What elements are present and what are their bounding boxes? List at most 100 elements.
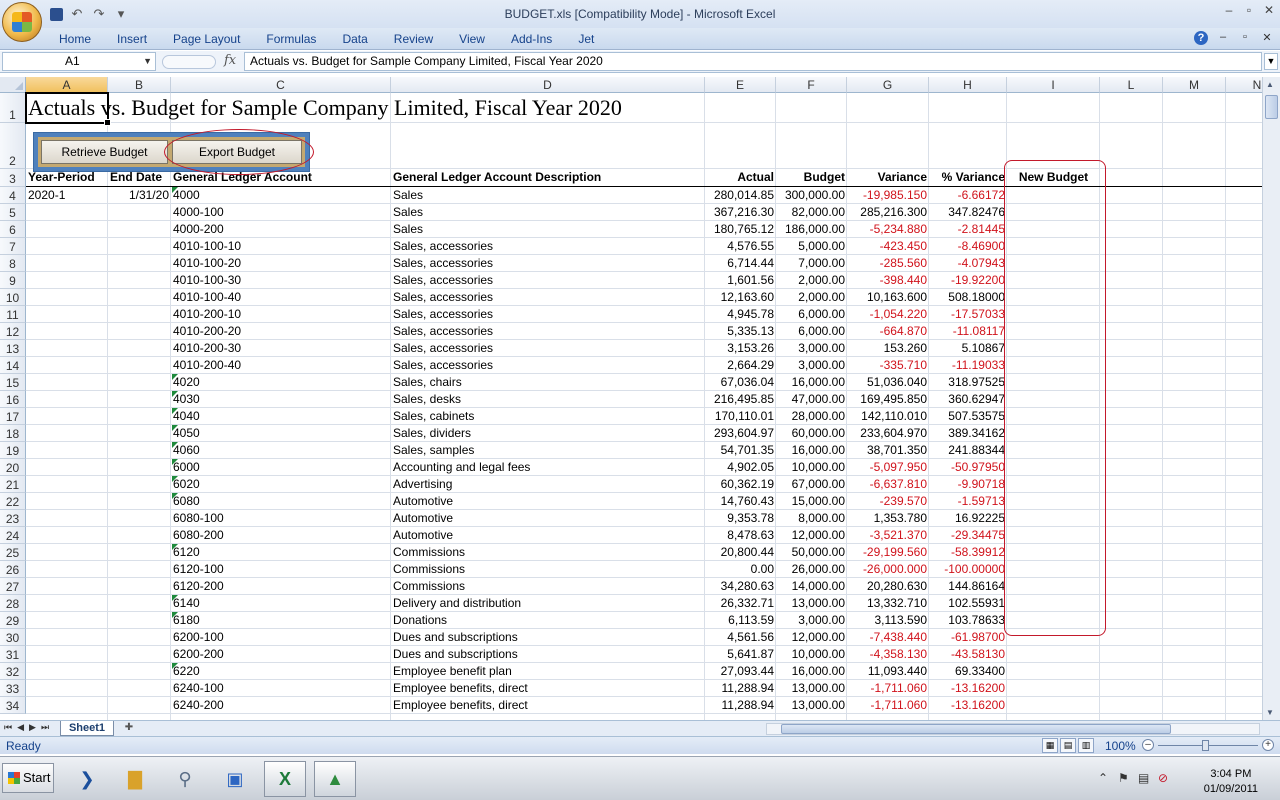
table-cell[interactable]: Sales, accessories (391, 357, 705, 374)
table-cell[interactable]: -6,637.810 (847, 476, 929, 493)
export-budget-button[interactable]: Export Budget (172, 140, 302, 164)
vertical-scrollbar[interactable]: ▲ ▼ (1262, 77, 1280, 720)
column-heading[interactable]: Variance (847, 169, 929, 186)
sheet-tab-sheet1[interactable]: Sheet1 (60, 721, 114, 736)
table-cell[interactable]: 20,280.630 (847, 578, 929, 595)
table-cell[interactable]: 280,014.85 (705, 187, 776, 204)
column-heading[interactable]: Actual (705, 169, 776, 186)
tab-data[interactable]: Data (329, 31, 380, 49)
table-cell[interactable]: -26,000.000 (847, 561, 929, 578)
table-cell[interactable]: Dues and subscriptions (391, 646, 705, 663)
table-cell[interactable]: 4050 (171, 425, 391, 442)
table-cell[interactable]: -4.07943 (929, 255, 1007, 272)
table-cell[interactable]: 4010-100-30 (171, 272, 391, 289)
table-cell[interactable]: 15,000.00 (776, 493, 847, 510)
table-cell[interactable]: 6080-100 (171, 510, 391, 527)
accounting-app-icon[interactable]: ▲ (314, 761, 356, 797)
table-cell[interactable]: 6240-200 (171, 697, 391, 714)
table-cell[interactable]: 11,093.440 (847, 663, 929, 680)
table-cell[interactable]: 180,765.12 (705, 221, 776, 238)
close-icon[interactable]: ✕ (1262, 3, 1276, 17)
table-cell[interactable]: 5,335.13 (705, 323, 776, 340)
row-header[interactable]: 4 (0, 187, 26, 204)
table-cell[interactable]: Dues and subscriptions (391, 629, 705, 646)
table-cell[interactable]: Advertising (391, 476, 705, 493)
zoom-level[interactable]: 100% (1105, 739, 1136, 753)
powershell-icon[interactable]: ❯ (66, 761, 108, 797)
column-heading[interactable]: New Budget (1007, 169, 1100, 186)
table-cell[interactable]: Sales, accessories (391, 289, 705, 306)
row-header[interactable]: 8 (0, 255, 26, 272)
excel-taskbar-icon[interactable]: X (264, 761, 306, 797)
row-header[interactable]: 19 (0, 442, 26, 459)
table-cell[interactable]: -19,985.150 (847, 187, 929, 204)
scroll-up-icon[interactable]: ▲ (1266, 80, 1274, 89)
table-cell[interactable]: 4010-200-40 (171, 357, 391, 374)
table-cell[interactable]: 16,000.00 (776, 442, 847, 459)
row-header[interactable]: 16 (0, 391, 26, 408)
table-cell[interactable]: Sales, accessories (391, 255, 705, 272)
table-cell[interactable]: 6080-200 (171, 527, 391, 544)
table-cell[interactable]: 318.97525 (929, 374, 1007, 391)
row-header[interactable]: 29 (0, 612, 26, 629)
table-cell[interactable]: 4010-100-20 (171, 255, 391, 272)
table-cell[interactable]: 3,000.00 (776, 340, 847, 357)
table-cell[interactable]: 102.55931 (929, 595, 1007, 612)
table-cell[interactable]: 293,604.97 (705, 425, 776, 442)
table-cell[interactable]: Sales, chairs (391, 374, 705, 391)
table-cell[interactable]: 508.18000 (929, 289, 1007, 306)
worksheet-grid[interactable]: ABCDEFGHILMN 1 2 3 4 5 6 7 8 9 10 11 12 13 14 15 16 17 18… (0, 77, 1262, 720)
column-header-m[interactable]: M (1163, 77, 1226, 93)
table-cell[interactable]: -11.19033 (929, 357, 1007, 374)
table-cell[interactable]: Sales, dividers (391, 425, 705, 442)
table-cell[interactable]: 12,163.60 (705, 289, 776, 306)
table-cell[interactable]: 2,664.29 (705, 357, 776, 374)
table-cell[interactable]: Automotive (391, 527, 705, 544)
table-cell[interactable]: -664.870 (847, 323, 929, 340)
table-cell[interactable]: 300,000.00 (776, 187, 847, 204)
table-cell[interactable]: 285,216.300 (847, 204, 929, 221)
tab-home[interactable]: Home (46, 31, 104, 49)
network-search-icon[interactable]: ⚲ (164, 761, 206, 797)
table-cell[interactable]: 3,000.00 (776, 612, 847, 629)
table-cell[interactable]: 6120-100 (171, 561, 391, 578)
table-cell[interactable]: 20,800.44 (705, 544, 776, 561)
table-cell[interactable]: 6180 (171, 612, 391, 629)
row-header[interactable]: 34 (0, 697, 26, 714)
table-cell[interactable]: 4010-200-20 (171, 323, 391, 340)
table-cell[interactable]: 14,760.43 (705, 493, 776, 510)
column-header-e[interactable]: E (705, 77, 776, 93)
table-cell[interactable]: 6200-100 (171, 629, 391, 646)
table-cell[interactable]: -1,711.060 (847, 697, 929, 714)
chevron-down-icon[interactable]: ▼ (143, 53, 152, 70)
table-cell[interactable]: 50,000.00 (776, 544, 847, 561)
sheet-title-cell[interactable]: Actuals vs. Budget for Sample Company Li… (26, 93, 726, 123)
table-cell[interactable]: 13,332.710 (847, 595, 929, 612)
column-header-l[interactable]: L (1100, 77, 1163, 93)
column-header-f[interactable]: F (776, 77, 847, 93)
table-cell[interactable]: 28,000.00 (776, 408, 847, 425)
table-cell[interactable]: 360.62947 (929, 391, 1007, 408)
table-cell[interactable]: 5,000.00 (776, 238, 847, 255)
name-box[interactable]: A1 ▼ (2, 52, 156, 71)
row-header[interactable]: 15 (0, 374, 26, 391)
table-cell[interactable]: 82,000.00 (776, 204, 847, 221)
table-cell[interactable]: 216,495.85 (705, 391, 776, 408)
table-cell[interactable]: -239.570 (847, 493, 929, 510)
table-cell[interactable]: 4000 (171, 187, 391, 204)
table-cell[interactable]: 3,000.00 (776, 357, 847, 374)
tab-jet[interactable]: Jet (565, 31, 607, 49)
column-heading[interactable]: Budget (776, 169, 847, 186)
table-cell[interactable]: -58.39912 (929, 544, 1007, 561)
table-cell[interactable]: Sales, accessories (391, 340, 705, 357)
table-cell[interactable]: -4,358.130 (847, 646, 929, 663)
row-header[interactable]: 11 (0, 306, 26, 323)
table-cell[interactable]: 4040 (171, 408, 391, 425)
table-cell[interactable]: 60,362.19 (705, 476, 776, 493)
table-cell[interactable]: 8,478.63 (705, 527, 776, 544)
table-cell[interactable]: 27,093.44 (705, 663, 776, 680)
start-button[interactable]: Start (2, 763, 54, 793)
table-cell[interactable]: -17.57033 (929, 306, 1007, 323)
table-cell[interactable]: 47,000.00 (776, 391, 847, 408)
row-header[interactable]: 32 (0, 663, 26, 680)
